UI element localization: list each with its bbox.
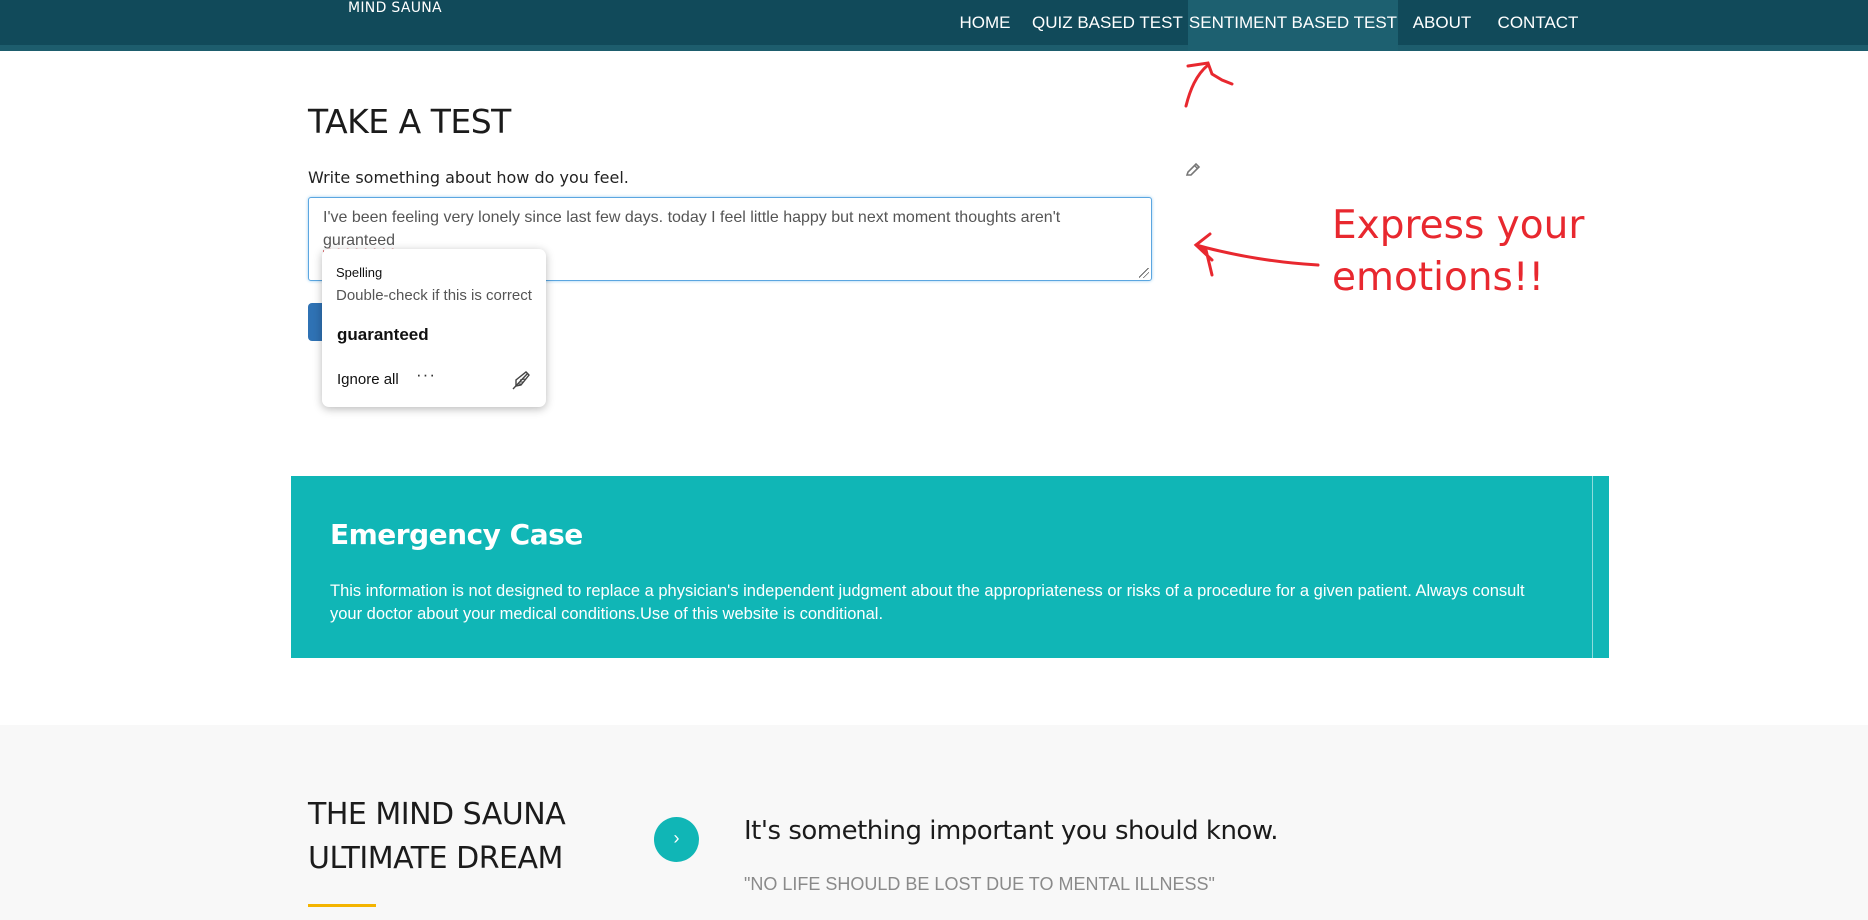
mission-quote: "NO LIFE SHOULD BE LOST DUE TO MENTAL IL… [744,874,1215,894]
emergency-title: Emergency Case [330,518,583,551]
annotation-line-1: Express your [1332,203,1585,248]
nav-about[interactable]: ABOUT [1408,0,1476,51]
page-title: TAKE A TEST [308,102,511,141]
textarea-text-main: I've been feeling very lonely since last… [323,209,1061,226]
nav-sentiment-based-test[interactable]: SENTIMENT BASED TEST [1188,0,1398,51]
mission-section: THE MIND SAUNA ULTIMATE DREAM › It's som… [0,725,1868,920]
dream-line-2: ULTIMATE DREAM [308,841,563,876]
emergency-text: This information is not designed to repl… [330,582,1525,623]
site-logo[interactable]: MIND SAUNA [348,0,442,16]
ignore-all-button[interactable]: Ignore all [337,371,399,388]
dream-line-1: THE MIND SAUNA [308,797,566,832]
nav-contact[interactable]: CONTACT [1493,0,1583,51]
feeling-prompt-label: Write something about how do you feel. [308,168,629,187]
misspelled-word[interactable]: guranteed [323,232,395,249]
spell-heading: Spelling [336,265,383,280]
emergency-panel: Emergency Case This information is not d… [291,476,1609,658]
textarea-value: I've been feeling very lonely since last… [323,206,1123,252]
pencil-icon[interactable] [1183,160,1203,180]
logo-text: MIND SAUNA [348,0,442,16]
arrow-up-annotation [1184,61,1234,108]
arrow-left-annotation [1193,232,1320,277]
spell-suggestion[interactable]: guaranteed [337,325,429,345]
spellcheck-popup: Spelling Double-check if this is correct… [322,249,546,407]
top-navbar: MIND SAUNA HOME QUIZ BASED TEST SENTIMEN… [0,0,1868,51]
nav-home[interactable]: HOME [951,0,1019,51]
more-options-icon[interactable]: ··· [416,365,436,385]
annotation-line-2: emotions!! [1332,255,1545,300]
important-heading: It's something important you should know… [744,816,1278,846]
resize-handle-icon[interactable] [1139,268,1149,278]
spell-hint: Double-check if this is correct [336,287,532,304]
dream-heading: THE MIND SAUNA ULTIMATE DREAM [308,793,628,881]
nav-quiz-based-test[interactable]: QUIZ BASED TEST [1032,0,1183,51]
feather-pen-icon[interactable] [510,369,532,391]
heading-underline [308,904,376,907]
emergency-divider [1592,476,1593,658]
annotation-text: Express your emotions!! [1332,200,1584,304]
chevron-right-icon[interactable]: › [654,817,699,862]
